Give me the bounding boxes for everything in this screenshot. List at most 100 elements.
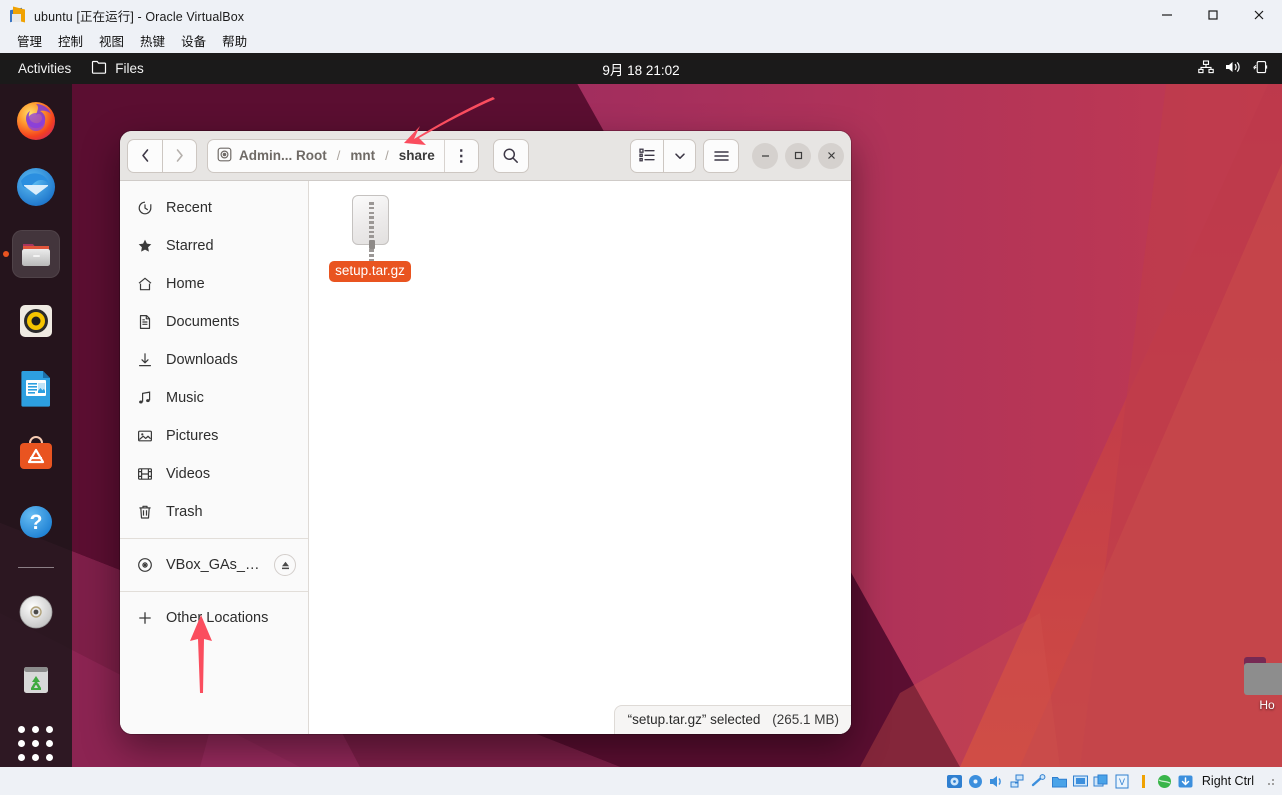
minimize-button[interactable] [1144, 0, 1190, 31]
desktop-icon-label: Ho [1259, 698, 1275, 712]
film-icon [136, 466, 153, 483]
optical-disk-icon[interactable] [967, 774, 984, 789]
recording-icon[interactable] [1093, 774, 1110, 789]
eject-icon[interactable] [274, 554, 296, 576]
sidebar-item-music[interactable]: Music [120, 379, 308, 417]
sidebar-label-downloads: Downloads [166, 352, 238, 368]
topbar-clock[interactable]: 9月 18 21:02 [0, 59, 1282, 79]
dock-item-trash[interactable] [12, 655, 60, 703]
breadcrumb-label-mnt: mnt [350, 148, 376, 163]
sidebar-item-trash[interactable]: Trash [120, 493, 308, 531]
files-window-controls [752, 142, 844, 169]
show-applications-button[interactable] [18, 726, 54, 762]
dock-item-libreoffice-impress[interactable] [12, 364, 60, 412]
sidebar-label-recent: Recent [166, 200, 212, 216]
text-cursor-icon[interactable] [1135, 774, 1152, 789]
globe-icon[interactable] [1156, 774, 1173, 789]
breadcrumb-item-share[interactable]: share [390, 140, 444, 172]
sidebar-item-downloads[interactable]: Downloads [120, 341, 308, 379]
clock-icon [136, 200, 153, 217]
disk-icon [217, 147, 232, 165]
window-close-button[interactable] [818, 142, 844, 169]
sidebar-label-music: Music [166, 390, 204, 406]
host-statusbar: V Right Ctrl [0, 767, 1282, 795]
file-item-setup-tar-gz[interactable]: setup.tar.gz [323, 195, 417, 282]
resize-grip[interactable] [1264, 775, 1276, 787]
status-bar: “setup.tar.gz” selected (265.1 MB) [613, 705, 851, 734]
battery-icon [1252, 60, 1268, 77]
search-icon[interactable] [492, 138, 529, 173]
sidebar-item-vbox-guest-additions[interactable]: VBox_GAs_7.... [120, 546, 308, 584]
home-icon [136, 276, 153, 293]
menu-hotkeys[interactable]: 热键 [132, 31, 173, 53]
sidebar-item-recent[interactable]: Recent [120, 189, 308, 227]
desktop-icon-home[interactable]: Ho [1236, 657, 1282, 712]
folder-icon [1244, 657, 1282, 695]
virtualbox-icon [9, 6, 26, 24]
menu-view[interactable]: 视图 [91, 31, 132, 53]
maximize-button[interactable] [1190, 0, 1236, 31]
headerbar-right [630, 138, 844, 173]
harddisk-icon[interactable] [946, 774, 963, 789]
sidebar-item-videos[interactable]: Videos [120, 455, 308, 493]
sidebar-label-trash: Trash [166, 504, 203, 520]
menu-control[interactable]: 控制 [50, 31, 91, 53]
window-maximize-button[interactable] [785, 142, 811, 169]
dock-item-firefox[interactable] [12, 96, 60, 144]
sidebar-item-other-locations[interactable]: Other Locations [120, 599, 308, 637]
vm-icon[interactable]: V [1114, 774, 1131, 789]
chevron-down-icon[interactable] [663, 138, 696, 173]
network-icon [1198, 60, 1214, 77]
menu-devices[interactable]: 设备 [173, 31, 214, 53]
star-icon [136, 238, 153, 255]
breadcrumb-item-mnt[interactable]: mnt [341, 140, 384, 172]
sidebar-label-home: Home [166, 276, 205, 292]
topbar-app-name: Files [115, 61, 144, 76]
network-icon[interactable] [1009, 774, 1026, 789]
shared-folder-icon[interactable] [1051, 774, 1068, 789]
forward-icon[interactable] [162, 138, 197, 173]
trash-icon [136, 504, 153, 521]
sidebar-label-documents: Documents [166, 314, 240, 330]
audio-icon[interactable] [988, 774, 1005, 789]
sidebar-item-starred[interactable]: Starred [120, 227, 308, 265]
list-view-icon[interactable] [630, 138, 663, 173]
dock-item-files[interactable] [3, 230, 60, 278]
document-icon [136, 314, 153, 331]
dock-item-cd-drive[interactable] [12, 588, 60, 636]
dock-item-thunderbird[interactable] [12, 163, 60, 211]
files-content-area[interactable]: setup.tar.gz “setup.tar.gz” selected (26… [309, 181, 851, 734]
breadcrumb-item-root[interactable]: Admin... Root [208, 140, 336, 172]
sidebar-item-pictures[interactable]: Pictures [120, 417, 308, 455]
gnome-topbar: Activities Files 9月 18 21:02 [0, 53, 1282, 84]
back-icon[interactable] [127, 138, 162, 173]
host-titlebar: ubuntu [正在运行] - Oracle VirtualBox [0, 0, 1282, 31]
topbar-app-menu[interactable]: Files [81, 60, 154, 77]
status-size: (265.1 MB) [772, 712, 839, 727]
menu-manage[interactable]: 管理 [9, 31, 50, 53]
sidebar-item-home[interactable]: Home [120, 265, 308, 303]
path-menu-icon[interactable]: ⋮ [443, 139, 478, 172]
host-window-title: ubuntu [正在运行] - Oracle VirtualBox [34, 9, 245, 24]
host-window-controls [1144, 0, 1282, 31]
dock-item-rhythmbox[interactable] [12, 297, 60, 345]
dock-item-help[interactable]: ? [12, 498, 60, 546]
display-icon[interactable] [1072, 774, 1089, 789]
activities-button[interactable]: Activities [0, 61, 81, 76]
dock-item-ubuntu-software[interactable] [12, 431, 60, 479]
hamburger-icon[interactable] [703, 138, 739, 173]
svg-text:V: V [1119, 777, 1125, 787]
topbar-status-area[interactable] [1198, 60, 1282, 77]
music-note-icon [136, 390, 153, 407]
files-window: Admin... Root / mnt / share ⋮ Recent Sta… [120, 131, 851, 734]
host-key-icon[interactable] [1177, 774, 1194, 789]
sidebar-item-documents[interactable]: Documents [120, 303, 308, 341]
sidebar-separator-2 [120, 591, 308, 592]
usb-icon[interactable] [1030, 773, 1047, 789]
close-button[interactable] [1236, 0, 1282, 31]
sidebar-separator-1 [120, 538, 308, 539]
breadcrumb-label-root: Admin... Root [239, 148, 327, 163]
menu-help[interactable]: 帮助 [214, 31, 255, 53]
window-minimize-button[interactable] [752, 142, 778, 169]
archive-icon [338, 195, 402, 262]
